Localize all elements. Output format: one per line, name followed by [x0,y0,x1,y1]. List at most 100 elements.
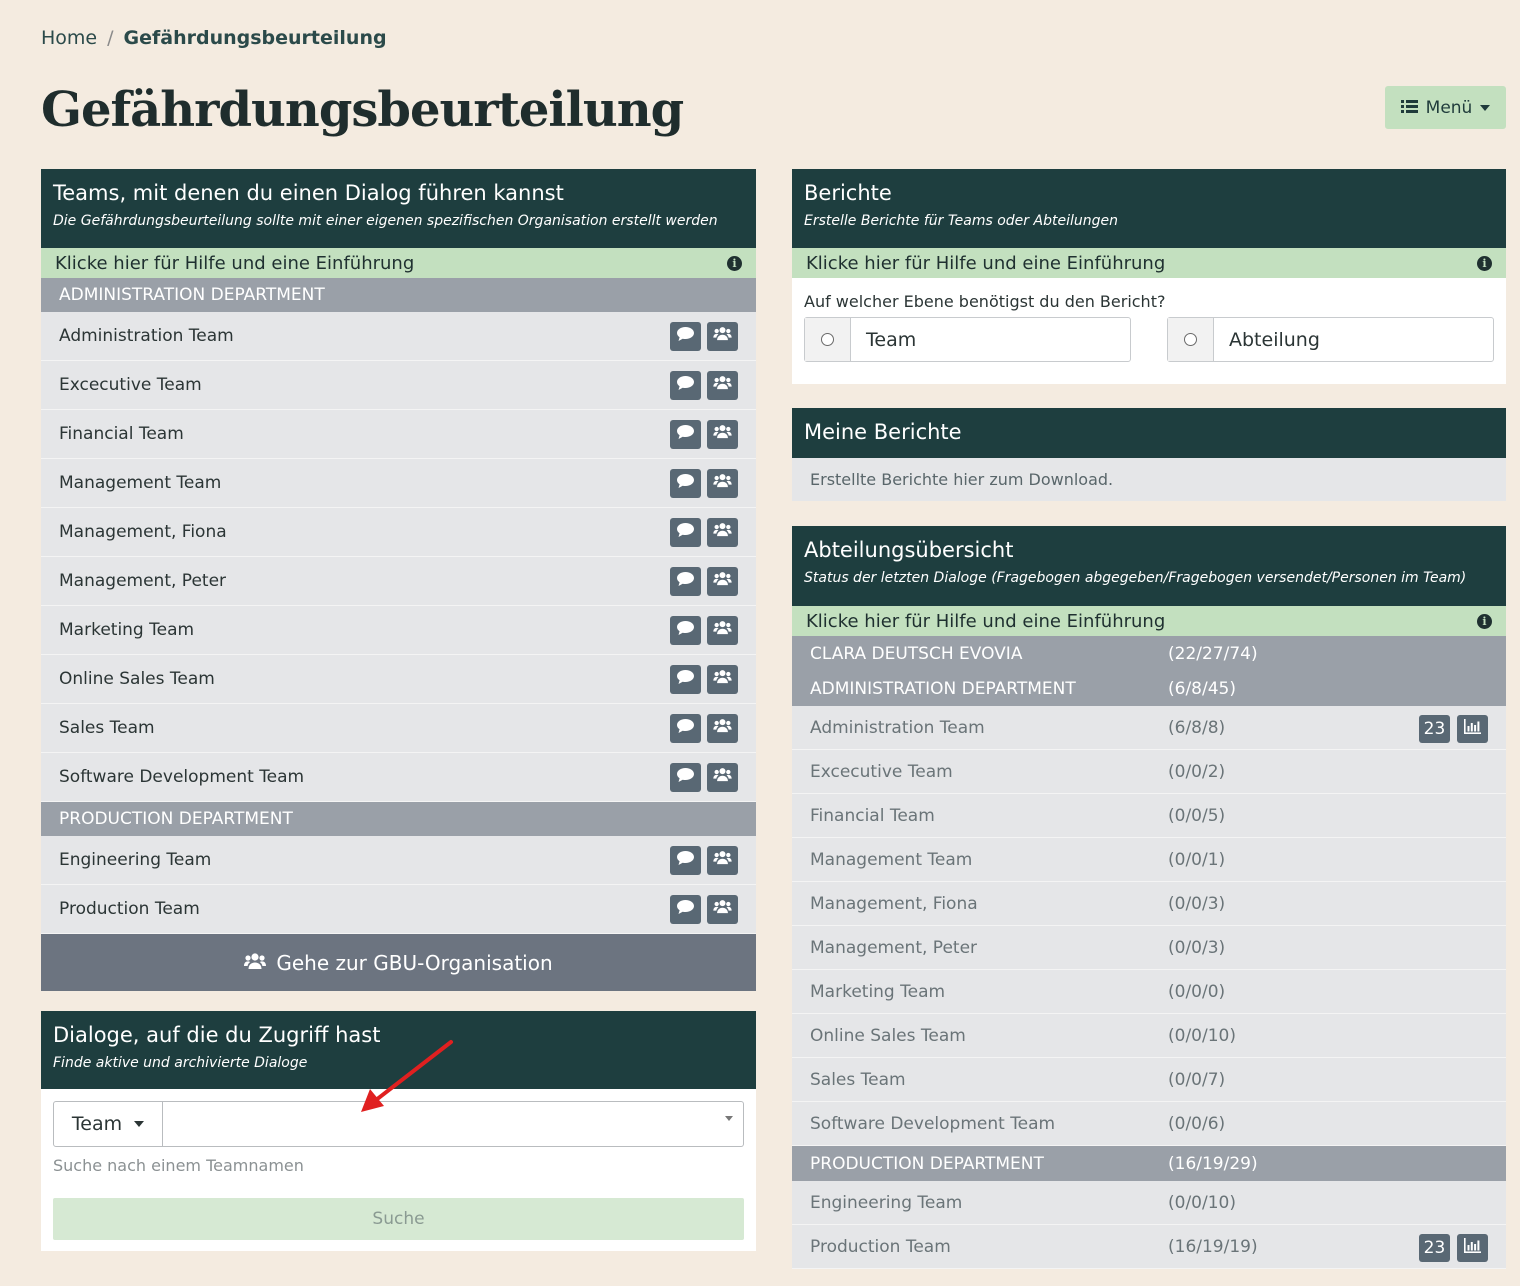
team-members-button[interactable] [707,321,738,351]
overview-title: Abteilungsübersicht [804,538,1014,562]
start-dialog-button[interactable] [670,845,701,875]
help-text: Klicke hier für Hilfe und eine Einführun… [55,252,415,274]
department-header: ADMINISTRATION DEPARTMENT [41,278,756,312]
team-members-button[interactable] [707,664,738,694]
start-dialog-button[interactable] [670,615,701,645]
radio-option-team[interactable]: Team [804,317,1131,362]
chart-button[interactable] [1457,715,1488,743]
start-dialog-button[interactable] [670,713,701,743]
team-members-button[interactable] [707,566,738,596]
my-reports-title: Meine Berichte [804,420,962,444]
team-members-button[interactable] [707,517,738,547]
chat-icon [677,473,694,493]
overview-subtitle: Status der letzten Dialoge (Fragebogen a… [804,570,1467,586]
users-icon [244,951,267,975]
team-members-button[interactable] [707,762,738,792]
team-report-actions: 23 [1419,1234,1488,1262]
team-row: Management Team [41,459,756,508]
team-name: Excecutive Team [59,375,202,395]
overview-row: Financial Team (0/0/5) [792,794,1506,838]
team-members-button[interactable] [707,713,738,743]
chat-icon [677,620,694,640]
team-actions [670,566,738,596]
team-stat: (0/0/10) [1168,1192,1236,1213]
teams-panel-header: Teams, mit denen du einen Dialog führen … [41,169,756,248]
chat-icon [677,899,694,919]
start-dialog-button[interactable] [670,419,701,449]
breadcrumb-current: Gefährdungsbeurteilung [123,27,387,49]
team-row: Production Team [41,885,756,934]
start-dialog-button[interactable] [670,762,701,792]
count-badge[interactable]: 23 [1419,715,1450,743]
team-members-button[interactable] [707,845,738,875]
search-type-dropdown[interactable]: Team [53,1101,163,1147]
team-members-button[interactable] [707,419,738,449]
start-dialog-button[interactable] [670,321,701,351]
users-icon [713,424,732,444]
department-stat: (16/19/29) [1168,1153,1258,1174]
count-badge[interactable]: 23 [1419,1234,1450,1262]
team-name: Marketing Team [59,620,195,640]
team-stat: (0/0/2) [1168,761,1226,782]
team-name: Management Team [810,849,973,870]
start-dialog-button[interactable] [670,517,701,547]
team-row: Excecutive Team [41,361,756,410]
team-members-button[interactable] [707,370,738,400]
team-members-button[interactable] [707,615,738,645]
start-dialog-button[interactable] [670,894,701,924]
breadcrumb-home-link[interactable]: Home [41,27,97,49]
overview-help-bar[interactable]: Klicke hier für Hilfe und eine Einführun… [792,606,1506,636]
search-type-label: Team [71,1113,123,1135]
team-name: Management, Fiona [810,893,978,914]
teams-help-bar[interactable]: Klicke hier für Hilfe und eine Einführun… [41,248,756,278]
users-icon [713,571,732,591]
team-actions [670,664,738,694]
overview-header: Abteilungsübersicht Status der letzten D… [792,526,1506,606]
help-text: Klicke hier für Hilfe und eine Einführun… [806,610,1166,632]
my-reports-text: Erstellte Berichte hier zum Download. [792,458,1506,501]
team-stat: (0/0/3) [1168,893,1226,914]
reports-help-bar[interactable]: Klicke hier für Hilfe und eine Einführun… [792,248,1506,278]
team-name: Sales Team [810,1069,906,1090]
team-name: Management, Fiona [59,522,227,542]
help-text: Klicke hier für Hilfe und eine Einführun… [806,252,1166,274]
team-stat: (16/19/19) [1168,1236,1258,1257]
breadcrumb-separator: / [107,27,114,49]
team-name: Management Team [59,473,222,493]
reports-panel-title: Berichte [804,181,892,205]
menu-button[interactable]: Menü [1385,86,1506,129]
search-button[interactable]: Suche [53,1198,744,1240]
my-reports-panel: Meine Berichte Erstellte Berichte hier z… [792,408,1506,501]
radio-button[interactable] [805,318,851,361]
chat-icon [677,522,694,542]
team-stat: (0/0/0) [1168,981,1226,1002]
department-overview-panel: Abteilungsübersicht Status der letzten D… [792,526,1506,1269]
team-members-button[interactable] [707,894,738,924]
start-dialog-button[interactable] [670,370,701,400]
team-row: Financial Team [41,410,756,459]
team-members-button[interactable] [707,468,738,498]
overview-row: Sales Team (0/0/7) [792,1058,1506,1102]
team-name: Production Team [59,899,200,919]
chat-icon [677,424,694,444]
team-stat: (0/0/3) [1168,937,1226,958]
gbu-organisation-button[interactable]: Gehe zur GBU-Organisation [41,934,756,991]
overview-row: Management, Peter (0/0/3) [792,926,1506,970]
overview-row: Excecutive Team (0/0/2) [792,750,1506,794]
team-actions [670,468,738,498]
organisation-header: CLARA DEUTSCH EVOVIA (22/27/74) [792,636,1506,671]
team-actions [670,713,738,743]
team-row: Engineering Team [41,836,756,885]
team-name: Management, Peter [810,937,978,958]
start-dialog-button[interactable] [670,664,701,694]
start-dialog-button[interactable] [670,468,701,498]
radio-option-abteilung[interactable]: Abteilung [1167,317,1494,362]
start-dialog-button[interactable] [670,566,701,596]
department-header: PRODUCTION DEPARTMENT (16/19/29) [792,1146,1506,1181]
radio-label-abteilung: Abteilung [1229,328,1320,351]
chart-button[interactable] [1457,1234,1488,1262]
team-row: Management, Fiona [41,508,756,557]
radio-button[interactable] [1168,318,1214,361]
organisation-stat: (22/27/74) [1168,643,1258,664]
team-row: Online Sales Team [41,655,756,704]
